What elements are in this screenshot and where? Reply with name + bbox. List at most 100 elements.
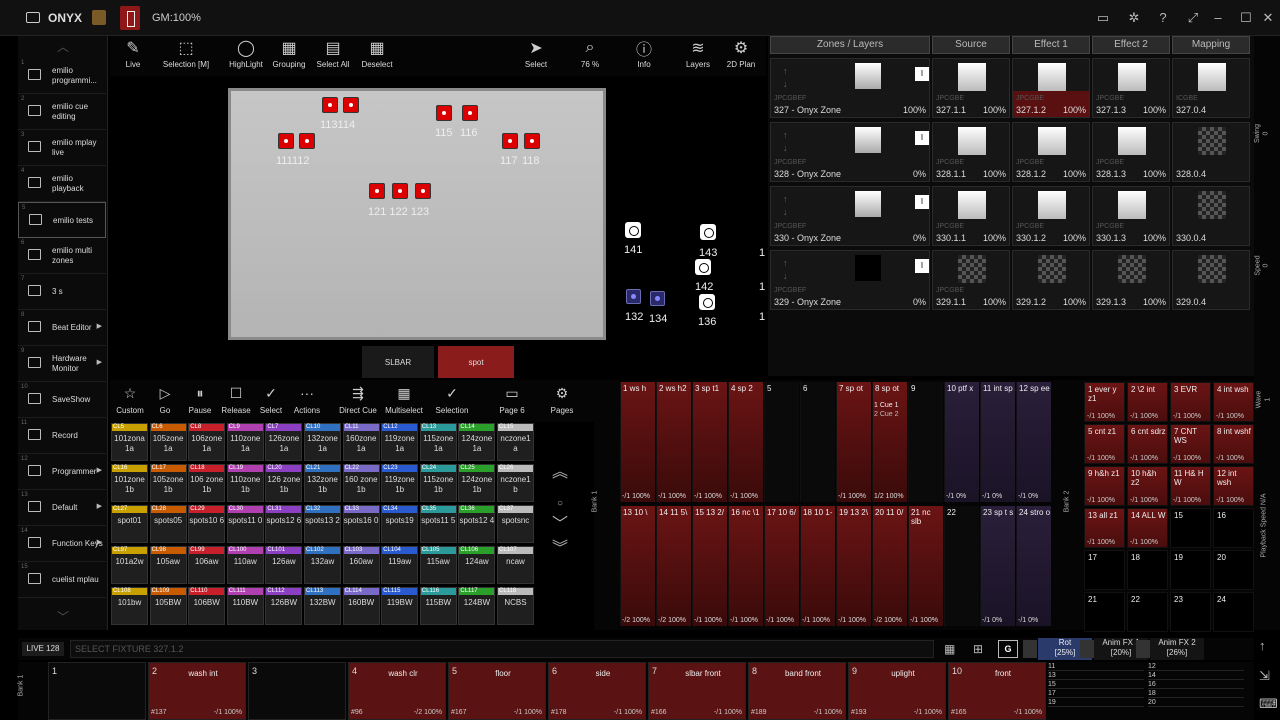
bank2-button-16[interactable]: 16	[1213, 508, 1254, 548]
fader-8[interactable]: 8 sp ot 1/2 100%	[872, 382, 907, 502]
fader-16[interactable]: 16 nc \1 -/1 100%	[728, 506, 763, 626]
maximize-icon[interactable]: ☐	[1238, 10, 1254, 26]
sidebar-item-3[interactable]: 3 emilio mplay live	[18, 130, 106, 166]
sidebar-item-7[interactable]: 7 3 s	[18, 274, 106, 310]
cuelist-button[interactable]: CL33 spots16 0	[342, 505, 380, 543]
cuelist-button[interactable]: CL12 119zone 1a	[381, 423, 419, 461]
mini-playback-18[interactable]: 18	[1148, 690, 1244, 698]
info-button[interactable]: ⓘ Info	[626, 36, 662, 76]
cuelist-button[interactable]: CL22 160 zone 1b	[342, 464, 380, 502]
cuelist-button[interactable]: CL113 132BW	[304, 587, 341, 625]
scroll-down-icon[interactable]: ﹀	[18, 608, 108, 626]
grouping-button[interactable]: ▦ Grouping	[270, 36, 308, 76]
bank2-button-23[interactable]: 23	[1170, 592, 1211, 632]
layer-cell[interactable]: 329.0.4	[1172, 250, 1250, 310]
fixture-132[interactable]	[626, 289, 641, 304]
keypad-icon[interactable]: ▦	[944, 642, 966, 656]
fader-11[interactable]: 11 int sp -/1 0%	[980, 382, 1015, 502]
sidebar-item-10[interactable]: 10 SaveShow	[18, 382, 106, 418]
cuelist-button[interactable]: CL109 105BW	[149, 587, 187, 625]
cuelist-button[interactable]: CL31 spots12 6	[265, 505, 303, 543]
sidebar-item-9[interactable]: 9 Hardware Monitor ▶	[18, 346, 106, 382]
layer-cell[interactable]: ICGBE 327.0.4	[1172, 58, 1250, 118]
fixture-142[interactable]	[695, 259, 711, 275]
cuelist-button[interactable]: CL105 115aw	[419, 546, 457, 584]
effect2-header[interactable]: Effect 2	[1092, 36, 1170, 54]
zone-toggle[interactable]: I	[915, 195, 929, 209]
bottom-fader-4[interactable]: 4 wash clr #96 -/2 100%	[348, 662, 446, 720]
cuelist-button[interactable]: CL36 spots12 4	[458, 505, 496, 543]
select-cue-button[interactable]: ✓ Select	[256, 380, 286, 422]
bank2-button-7[interactable]: 7 CNT WS -/1 100%	[1170, 424, 1211, 464]
cuelist-button[interactable]: CL28 spots05	[149, 505, 187, 543]
layer-cell[interactable]: 328.0.4	[1172, 122, 1250, 182]
bank2-button-21[interactable]: 21	[1084, 592, 1125, 632]
deselect-button[interactable]: ▦ Deselect	[358, 36, 396, 76]
cuelist-button[interactable]: CL110 106BW	[188, 587, 226, 625]
bank2-button-3[interactable]: 3 EVR -/1 100%	[1170, 382, 1211, 422]
fader-12[interactable]: 12 sp ee -/1 0%	[1016, 382, 1051, 502]
layer-cell[interactable]: JPCGBE 330.1.2 100%	[1012, 186, 1090, 246]
mini-playback-16[interactable]: 16	[1148, 681, 1244, 689]
mini-playback-15[interactable]: 15	[1048, 681, 1144, 689]
fixture-112[interactable]	[299, 133, 315, 149]
monitor-icon[interactable]	[26, 12, 40, 23]
tab-slbar[interactable]: SLBAR	[362, 346, 434, 378]
bank2-button-17[interactable]: 17	[1084, 550, 1125, 590]
cuelist-button[interactable]: CL5 101zona 1a	[111, 423, 148, 461]
cuelist-button[interactable]: CL11 160zone 1a	[342, 423, 380, 461]
pages-button[interactable]: ⚙ Pages	[546, 380, 578, 422]
page-button[interactable]: ▭ Page 6	[496, 380, 528, 422]
layer-cell[interactable]: JPCGBE 330.1.3 100%	[1092, 186, 1170, 246]
mini-playback-11[interactable]: 11	[1048, 663, 1144, 671]
zone-row-1[interactable]: ↑ ↓ I JPCGBEF 327 - Onyx Zone 100%	[770, 58, 930, 118]
cuelist-button[interactable]: CL98 105aw	[149, 546, 187, 584]
cuelist-button[interactable]: CL35 spots11 5	[419, 505, 457, 543]
fader-9[interactable]: 9	[908, 382, 943, 502]
cuelist-button[interactable]: CL10 132zone 1a	[304, 423, 341, 461]
mini-playback-14[interactable]: 14	[1148, 672, 1244, 680]
layer-cell[interactable]: JPCGBE 327.1.1 100%	[932, 58, 1010, 118]
move-arrows-icon[interactable]: ↑ ↓	[783, 129, 788, 155]
fader-23[interactable]: 23 sp t s -/1 0%	[980, 506, 1015, 626]
fader-13[interactable]: 13 10 \ -/2 100%	[620, 506, 655, 626]
fixture-113[interactable]	[322, 97, 338, 113]
cuelist-button[interactable]: CL117 124BW	[458, 587, 496, 625]
cuelist-button[interactable]: CL118 NCBS	[497, 587, 534, 625]
release-button[interactable]: ☐ Release	[220, 380, 252, 422]
lock-icon[interactable]	[92, 10, 106, 25]
cuelist-button[interactable]: CL14 124zone 1a	[458, 423, 496, 461]
cuelist-button[interactable]: CL30 spots11 0	[226, 505, 264, 543]
cuelist-button[interactable]: CL32 spots13 2	[304, 505, 341, 543]
zones-header[interactable]: Zones / Layers	[770, 36, 930, 54]
fixture-117[interactable]	[502, 133, 518, 149]
actions-button[interactable]: ··· Actions	[290, 380, 324, 422]
expand-icon[interactable]: ⤢	[1185, 10, 1201, 26]
select-tool-button[interactable]: ➤ Select	[518, 36, 554, 76]
fader-17[interactable]: 17 10 6/ -/1 100%	[764, 506, 799, 626]
sidebar-item-11[interactable]: 11 Record	[18, 418, 106, 454]
grid-icon[interactable]: ⊞	[973, 642, 991, 656]
sidebar-item-15[interactable]: 15 cuelist mplau	[18, 562, 106, 598]
fixture-111[interactable]	[278, 133, 294, 149]
bottom-fader-7[interactable]: 7 slbar front #166 -/1 100%	[648, 662, 746, 720]
sidebar-item-4[interactable]: 4 emilio playback	[18, 166, 106, 202]
record-mode-button[interactable]	[120, 6, 140, 30]
effect1-header[interactable]: Effect 1	[1012, 36, 1090, 54]
chevron-down-icon[interactable]: ﹀	[552, 510, 568, 534]
layer-cell[interactable]: 329.1.3 100%	[1092, 250, 1170, 310]
fixture-118[interactable]	[524, 133, 540, 149]
cuelist-button[interactable]: CL104 119aw	[381, 546, 419, 584]
highlight-button[interactable]: ◯ HighLight	[226, 36, 266, 76]
bottom-fader-1[interactable]: 1	[48, 662, 146, 720]
multiselect-button[interactable]: ▦ Multiselect	[384, 380, 424, 422]
move-arrows-icon[interactable]: ↑ ↓	[783, 65, 788, 91]
fixture-121[interactable]	[369, 183, 385, 199]
selection-cue-button[interactable]: ✓ Selection	[434, 380, 470, 422]
cuelist-button[interactable]: CL112 126BW	[265, 587, 303, 625]
cuelist-button[interactable]: CL111 110BW	[226, 587, 264, 625]
selection-button[interactable]: ⬚ Selection [M]	[160, 36, 212, 76]
cuelist-button[interactable]: CL23 119zone 1b	[381, 464, 419, 502]
zone-row-2[interactable]: ↑ ↓ I JPCGBEF 328 - Onyx Zone 0%	[770, 122, 930, 182]
fader-6[interactable]: 6	[800, 382, 835, 502]
